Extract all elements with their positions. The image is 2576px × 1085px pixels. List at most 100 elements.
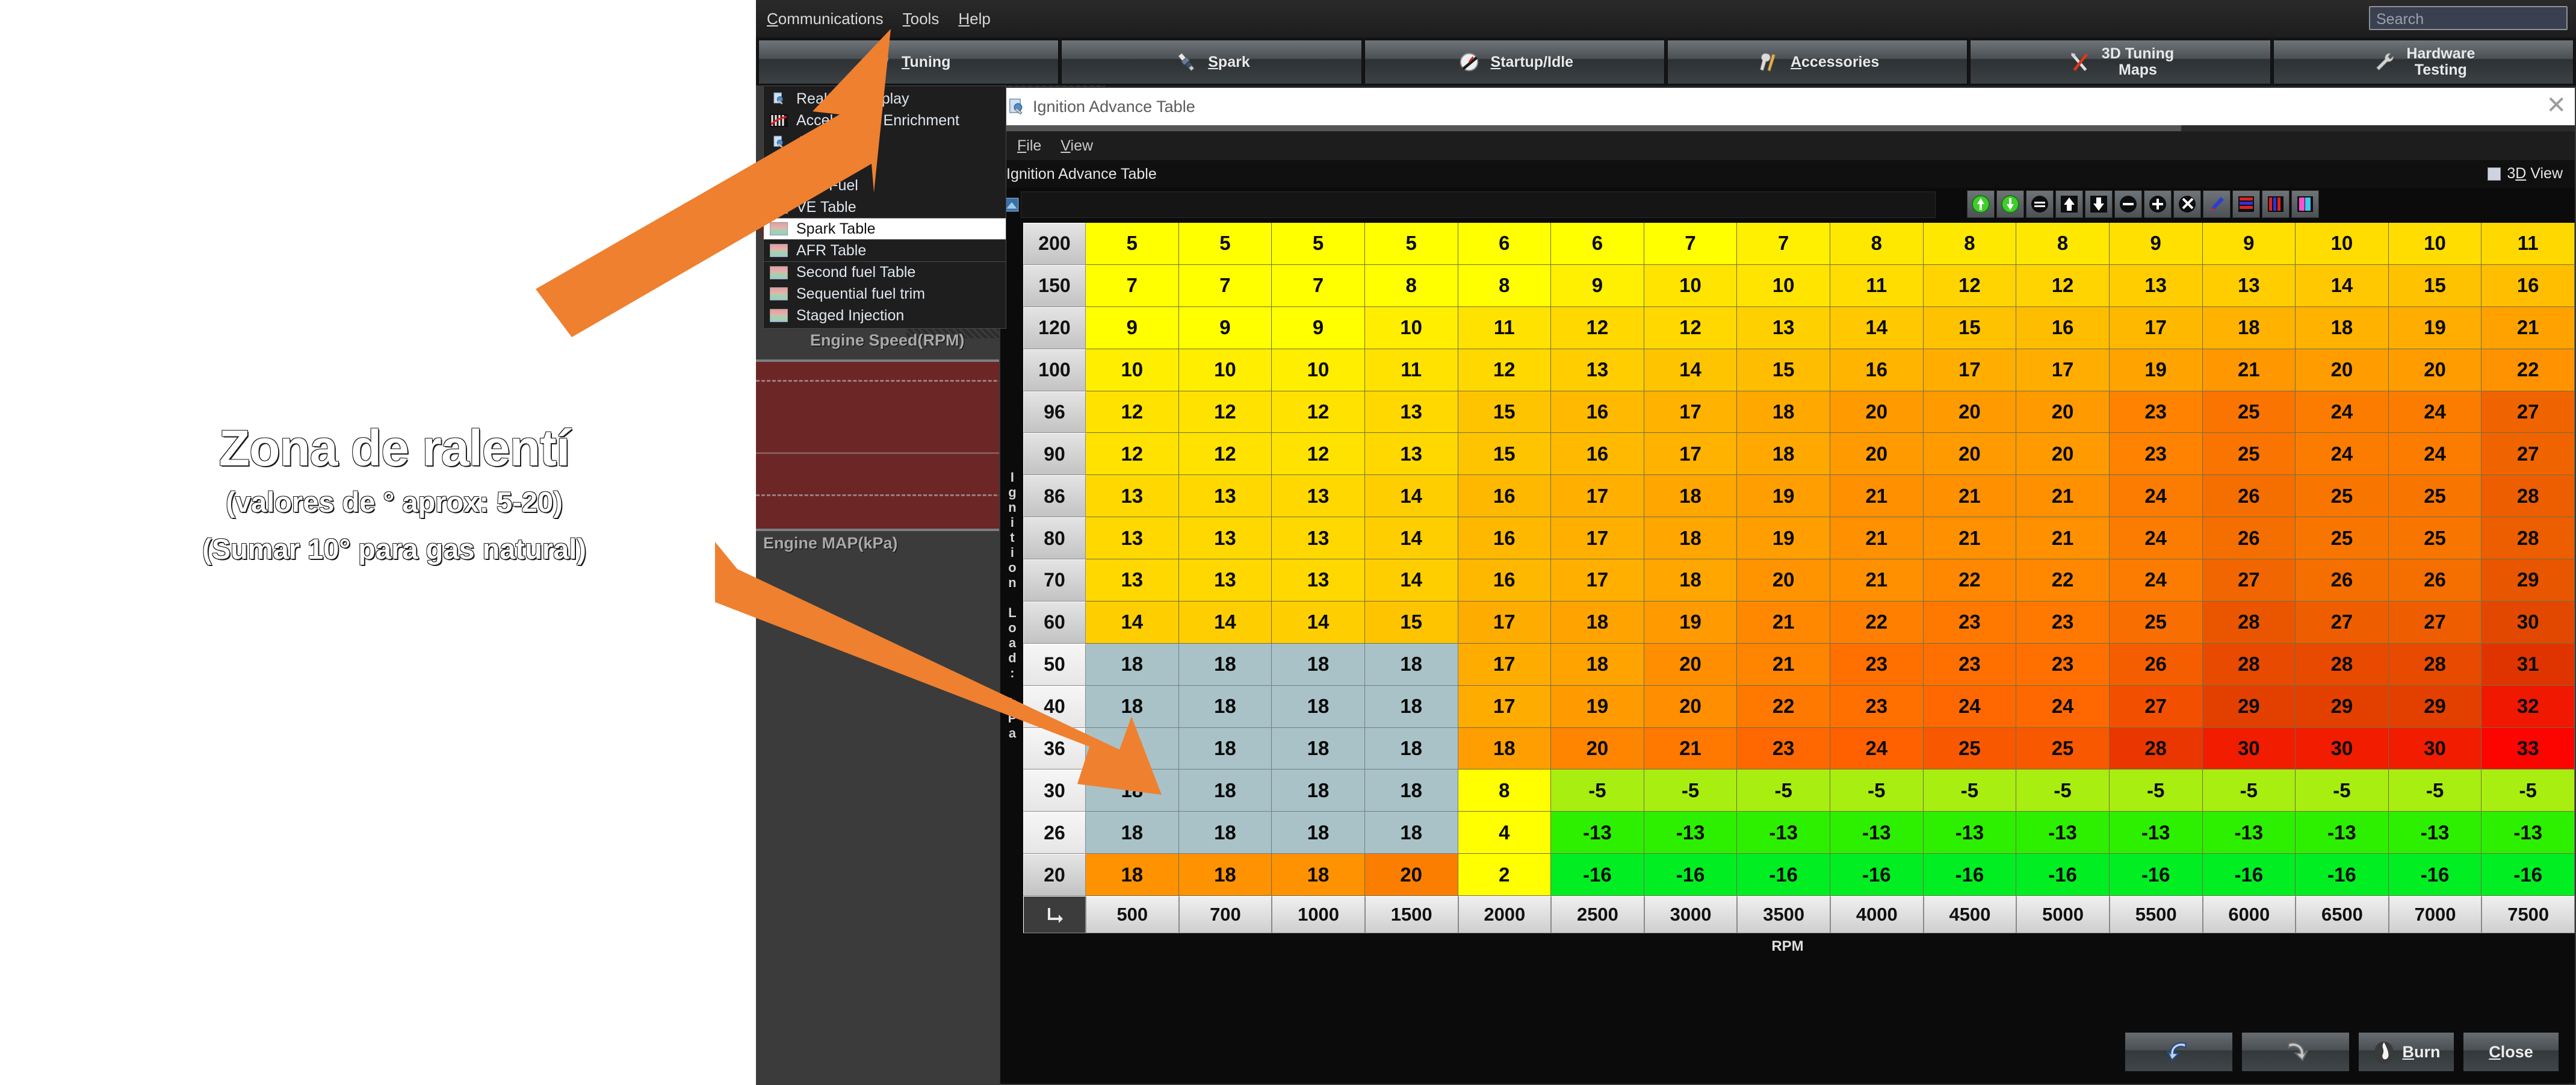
table-cell[interactable]: 16 [1551,433,1644,476]
table-cell[interactable]: 23 [2109,391,2203,434]
interpolate-up-icon[interactable] [1967,190,1995,218]
table-cell[interactable]: 13 [1178,559,1272,602]
table-cell[interactable]: 8 [1364,264,1458,307]
table-cell[interactable]: 30 [2482,601,2575,644]
table-cell[interactable]: 24 [2016,685,2110,728]
ignition-table-grid[interactable]: 200 5 5 5 5 6 6 7 7 8 8 8 9 9 10 10 11 150 7 7 7 8 8 9 10 10 11 12 1… [1023,223,2575,933]
table-cell[interactable]: 21 [1737,601,1830,644]
table-cell[interactable]: 11 [1458,306,1552,349]
tuning-menu-item-ve-table[interactable]: VE Table [764,196,1006,218]
row-header[interactable]: 100 [1023,349,1086,391]
table-cell[interactable]: 18 [1272,812,1365,854]
axis-swap-icon[interactable] [1023,896,1086,933]
table-cell[interactable]: 21 [1737,643,1830,686]
table-cell[interactable]: 17 [2109,306,2203,349]
column-header[interactable]: 2000 [1458,896,1552,933]
table-row[interactable]: 60 14 14 14 15 17 18 19 21 22 23 23 25 28 27 27 30 [1023,601,2575,644]
table-cell[interactable]: 17 [1458,643,1552,686]
table-cell[interactable]: 18 [1086,727,1179,770]
table-cell[interactable]: 28 [2482,517,2575,559]
table-cell[interactable]: 14 [1086,601,1179,644]
table-row[interactable]: 150 7 7 7 8 8 9 10 10 11 12 12 13 13 14 15 16 [1023,264,2575,307]
table-cell[interactable]: 25 [2202,433,2296,476]
table-cell[interactable]: 17 [1644,433,1738,476]
table-cell[interactable]: 20 [2296,349,2389,391]
dialog-menu-file[interactable]: File [1008,136,1051,156]
table-cell[interactable]: -16 [2482,854,2575,896]
table-cell[interactable]: 26 [2202,475,2296,518]
minus-icon[interactable] [2114,190,2142,218]
table-cell[interactable]: 7 [1644,223,1738,265]
tuning-menu-item-spark-table[interactable]: Spark Table [764,218,1006,240]
table-cell[interactable]: 10 [2296,223,2389,265]
table-cell[interactable]: 18 [1644,517,1738,559]
row-header[interactable]: 90 [1023,433,1086,476]
table-cell[interactable]: -5 [2482,769,2575,812]
column-header[interactable]: 5000 [2016,896,2110,933]
menu-item-tools[interactable]: Tools [893,6,949,32]
table-cell[interactable]: 22 [2482,349,2575,391]
column-header[interactable]: 1000 [1272,896,1365,933]
equal-icon[interactable] [2026,190,2054,218]
table-cell[interactable]: 25 [1923,727,2017,770]
table-cell[interactable]: 13 [1178,475,1272,518]
column-header[interactable]: 700 [1178,896,1272,933]
table-cell[interactable]: 13 [1272,475,1365,518]
table-row[interactable]: 200 5 5 5 5 6 6 7 7 8 8 8 9 9 10 10 11 [1023,223,2575,265]
table-cell[interactable]: 27 [2388,601,2482,644]
table-cell[interactable]: 14 [1272,601,1365,644]
table-cell[interactable]: 21 [2016,475,2110,518]
table-cell[interactable]: 18 [1737,433,1830,476]
table-cell[interactable]: 13 [1178,517,1272,559]
table-cell[interactable]: 10 [1178,349,1272,391]
table-cell[interactable]: -16 [1923,854,2017,896]
table-cell[interactable]: 31 [2482,643,2575,686]
table-cell[interactable]: 27 [2482,433,2575,476]
table-cell[interactable]: 21 [2482,306,2575,349]
table-cell[interactable]: 18 [1086,643,1179,686]
table-cell[interactable]: 18 [1272,727,1365,770]
table-row[interactable]: 40 18 18 18 18 17 19 20 22 23 24 24 27 29 29 29 32 [1023,685,2575,728]
table-cell[interactable]: -5 [1551,769,1644,812]
table-cell[interactable]: 18 [1364,685,1458,728]
table-cell[interactable]: 13 [1551,349,1644,391]
table-cell[interactable]: 20 [1923,433,2017,476]
table-cell[interactable]: 6 [1458,223,1552,265]
table-cell[interactable]: 24 [2109,559,2203,602]
table-cell[interactable]: 23 [1737,727,1830,770]
table-cell[interactable]: 25 [2296,517,2389,559]
column-header[interactable]: 4000 [1830,896,1924,933]
table-cell[interactable]: 17 [1644,391,1738,434]
gradient-fill-icon[interactable] [2291,190,2319,218]
table-cell[interactable]: 13 [1086,517,1179,559]
view-3d-toggle[interactable]: 3D View [2488,165,2563,182]
table-cell[interactable]: 18 [1086,685,1179,728]
column-header[interactable]: 500 [1086,896,1179,933]
table-cell[interactable]: 23 [2109,433,2203,476]
table-cell[interactable]: 29 [2296,685,2389,728]
table-cell[interactable]: -16 [1830,854,1924,896]
table-cell[interactable]: 18 [1178,643,1272,686]
table-cell[interactable]: 18 [2296,306,2389,349]
table-cell[interactable]: 28 [2482,475,2575,518]
table-cell[interactable]: 9 [1551,264,1644,307]
table-cell[interactable]: -16 [1644,854,1738,896]
table-cell[interactable]: 14 [1364,559,1458,602]
row-header[interactable]: 70 [1023,559,1086,602]
table-cell[interactable]: 8 [1923,223,2017,265]
table-cell[interactable]: 18 [1086,854,1179,896]
table-cell[interactable]: 12 [1458,349,1552,391]
table-cell[interactable]: 16 [1830,349,1924,391]
table-cell[interactable]: 11 [1364,349,1458,391]
table-cell[interactable]: 9 [1086,306,1179,349]
table-cell[interactable]: 18 [1086,812,1179,854]
table-cell[interactable]: -13 [2109,812,2203,854]
table-cell[interactable]: 16 [2016,306,2110,349]
dialog-scrollbar[interactable] [1000,125,2575,131]
table-cell[interactable]: -16 [2388,854,2482,896]
table-cell[interactable]: 15 [1458,391,1552,434]
table-cell[interactable]: 22 [1830,601,1924,644]
table-cell[interactable]: 24 [2296,391,2389,434]
table-cell[interactable]: 30 [2202,727,2296,770]
table-cell[interactable]: 13 [1086,475,1179,518]
